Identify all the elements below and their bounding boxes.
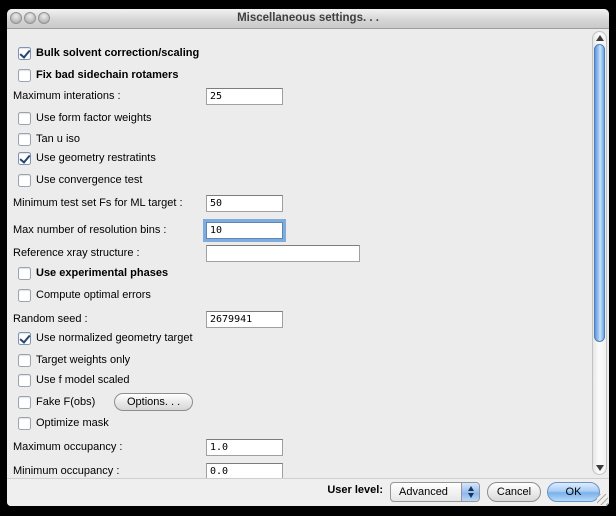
desktop: { "window": { "title": "Miscellaneous se… [0, 0, 616, 516]
optimal-errors-checkbox[interactable] [18, 289, 31, 302]
scroll-up-icon[interactable] [596, 35, 604, 41]
row-normalized-geometry: Use normalized geometry target [18, 331, 604, 345]
normalized-geometry-checkbox[interactable] [18, 332, 31, 345]
row-min-occupancy: Minimum occupancy : [7, 463, 593, 478]
field-label: Random seed : [13, 311, 88, 328]
row-optimize-mask: Optimize mask [18, 416, 604, 430]
row-bulk-solvent: Bulk solvent correction/scaling [18, 46, 604, 60]
checkbox-label[interactable]: Use convergence test [36, 174, 142, 186]
f-model-scaled-checkbox[interactable] [18, 374, 31, 387]
experimental-phases-checkbox[interactable] [18, 267, 31, 280]
row-experimental-phases: Use experimental phases [18, 266, 604, 280]
cancel-button[interactable]: Cancel [487, 482, 541, 502]
arrow-down-icon [468, 493, 474, 498]
min-occupancy-input[interactable] [206, 463, 283, 478]
field-label: Maximum interations : [13, 88, 121, 105]
user-level-select[interactable]: Advanced [390, 482, 480, 502]
scroll-down-icon[interactable] [596, 465, 604, 471]
fix-rotamers-checkbox[interactable] [18, 69, 31, 82]
options-button[interactable]: Options. . . [114, 393, 193, 411]
form-factor-weights-checkbox[interactable] [18, 112, 31, 125]
checkbox-label[interactable]: Use geometry restratints [36, 152, 156, 164]
convergence-test-checkbox[interactable] [18, 174, 31, 187]
target-weights-checkbox[interactable] [18, 354, 31, 367]
titlebar[interactable]: Miscellaneous settings. . . [7, 9, 609, 29]
checkbox-label[interactable]: Compute optimal errors [36, 289, 151, 301]
max-occupancy-input[interactable] [206, 439, 283, 456]
check-icon [19, 47, 30, 59]
scrollbar[interactable] [592, 31, 607, 475]
check-icon [19, 332, 30, 344]
fake-fobs-checkbox[interactable] [18, 396, 31, 409]
scrollbar-thumb[interactable] [594, 44, 605, 342]
window-title: Miscellaneous settings. . . [7, 9, 609, 28]
row-random-seed: Random seed : [7, 311, 593, 328]
row-form-factor-weights: Use form factor weights [18, 111, 604, 125]
checkbox-label[interactable]: Use f model scaled [36, 374, 130, 386]
row-max-occupancy: Maximum occupancy : [7, 439, 593, 456]
field-label: Reference xray structure : [13, 245, 140, 262]
stepper-icon [461, 483, 479, 501]
optimize-mask-checkbox[interactable] [18, 417, 31, 430]
user-level-value: Advanced [399, 483, 448, 501]
min-test-set-input[interactable] [206, 195, 283, 212]
field-label: Max number of resolution bins : [13, 222, 166, 239]
row-min-test-set: Minimum test set Fs for ML target : [7, 195, 593, 212]
footer-bar: User level: Advanced Cancel OK [7, 478, 609, 506]
row-max-iterations: Maximum interations : [7, 88, 593, 105]
arrow-up-icon [468, 486, 474, 491]
checkbox-label[interactable]: Bulk solvent correction/scaling [36, 47, 199, 59]
checkbox-label[interactable]: Fake F(obs) [36, 396, 95, 408]
random-seed-input[interactable] [206, 311, 283, 328]
row-convergence-test: Use convergence test [18, 173, 604, 187]
row-fake-fobs: Fake F(obs) Options. . . [18, 395, 604, 409]
resize-grip[interactable] [597, 494, 608, 505]
geometry-restraints-checkbox[interactable] [18, 152, 31, 165]
checkbox-label[interactable]: Fix bad sidechain rotamers [36, 69, 178, 81]
checkbox-label[interactable]: Target weights only [36, 354, 130, 366]
row-target-weights: Target weights only [18, 353, 604, 367]
field-label: Minimum occupancy : [13, 463, 119, 478]
row-geometry-restraints: Use geometry restratints [18, 151, 604, 165]
row-optimal-errors: Compute optimal errors [18, 288, 604, 302]
ok-button[interactable]: OK [547, 482, 600, 502]
row-f-model-scaled: Use f model scaled [18, 373, 604, 387]
checkbox-label[interactable]: Use form factor weights [36, 112, 152, 124]
settings-form: Bulk solvent correction/scaling Fix bad … [7, 29, 609, 478]
row-resolution-bins: Max number of resolution bins : [7, 222, 593, 239]
row-tan-u-iso: Tan u iso [18, 132, 604, 146]
resolution-bins-input[interactable] [206, 222, 283, 239]
max-iterations-input[interactable] [206, 88, 283, 105]
checkbox-label[interactable]: Use normalized geometry target [36, 332, 193, 344]
check-icon [19, 152, 30, 164]
field-label: Maximum occupancy : [13, 439, 122, 456]
checkbox-label[interactable]: Use experimental phases [36, 267, 168, 279]
bulk-solvent-checkbox[interactable] [18, 47, 31, 60]
tan-u-iso-checkbox[interactable] [18, 133, 31, 146]
user-level-label: User level: [327, 484, 383, 496]
row-fix-rotamers: Fix bad sidechain rotamers [18, 68, 604, 82]
checkbox-label[interactable]: Tan u iso [36, 133, 80, 145]
reference-xray-input[interactable] [206, 245, 360, 262]
checkbox-label[interactable]: Optimize mask [36, 417, 109, 429]
field-label: Minimum test set Fs for ML target : [13, 195, 183, 212]
row-reference-xray: Reference xray structure : [7, 245, 593, 262]
dialog-window: Miscellaneous settings. . . Bulk solvent… [7, 9, 609, 506]
